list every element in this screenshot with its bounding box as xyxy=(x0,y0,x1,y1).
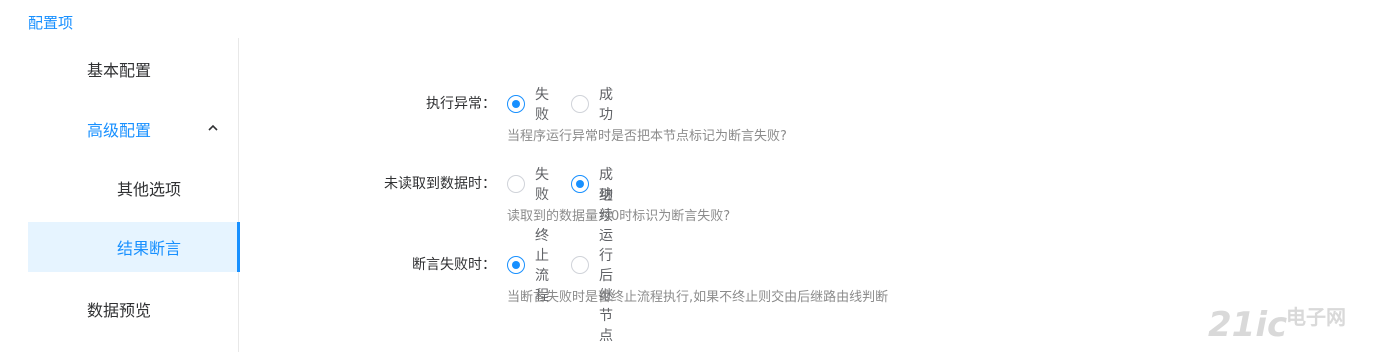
section-title: 配置项 xyxy=(28,14,74,32)
radio-circle[interactable] xyxy=(507,95,525,113)
radio-circle[interactable] xyxy=(507,175,525,193)
field-hint: 读取到的数据量为0时标识为断言失败? xyxy=(507,209,731,224)
watermark-logo: 21ic 电子网 xyxy=(1208,305,1346,345)
field-label: 执行异常： xyxy=(426,96,496,112)
radio-circle[interactable] xyxy=(571,256,589,274)
radio-circle[interactable] xyxy=(571,95,589,113)
chevron-up-icon xyxy=(208,124,218,131)
radio-option[interactable]: 失败 xyxy=(507,84,549,124)
field-label: 未读取到数据时： xyxy=(384,176,496,192)
field-hint: 当程序运行异常时是否把本节点标记为断言失败? xyxy=(507,129,787,144)
sidebar-item-data-preview[interactable]: 数据预览 xyxy=(28,284,239,334)
sidebar-item-label: 数据预览 xyxy=(87,301,152,320)
radio-label: 失败 xyxy=(535,87,549,123)
sidebar-item-basic-config[interactable]: 基本配置 xyxy=(28,44,239,94)
watermark-text-a: 21ic xyxy=(1208,305,1287,345)
field-hint: 当断言失败时是否终止流程执行,如果不终止则交由后继路由线判断 xyxy=(507,290,889,305)
watermark-text-b: 电子网 xyxy=(1286,305,1346,329)
sidebar-item-label: 基本配置 xyxy=(87,61,152,80)
radio-option[interactable]: 成功 xyxy=(571,84,613,124)
sidebar-item-label: 高级配置 xyxy=(87,121,152,140)
radio-group: 失败 成功 xyxy=(507,87,635,123)
radio-label: 失败 xyxy=(535,167,549,203)
radio-circle[interactable] xyxy=(507,256,525,274)
radio-label: 继续运行后继节点 xyxy=(599,188,613,344)
field-label: 断言失败时： xyxy=(412,257,496,273)
radio-label: 成功 xyxy=(599,87,613,123)
radio-option[interactable]: 失败 xyxy=(507,164,549,204)
radio-group: 终止流程 继续运行后继节点 xyxy=(507,188,635,344)
radio-option[interactable]: 继续运行后继节点 xyxy=(571,185,613,345)
